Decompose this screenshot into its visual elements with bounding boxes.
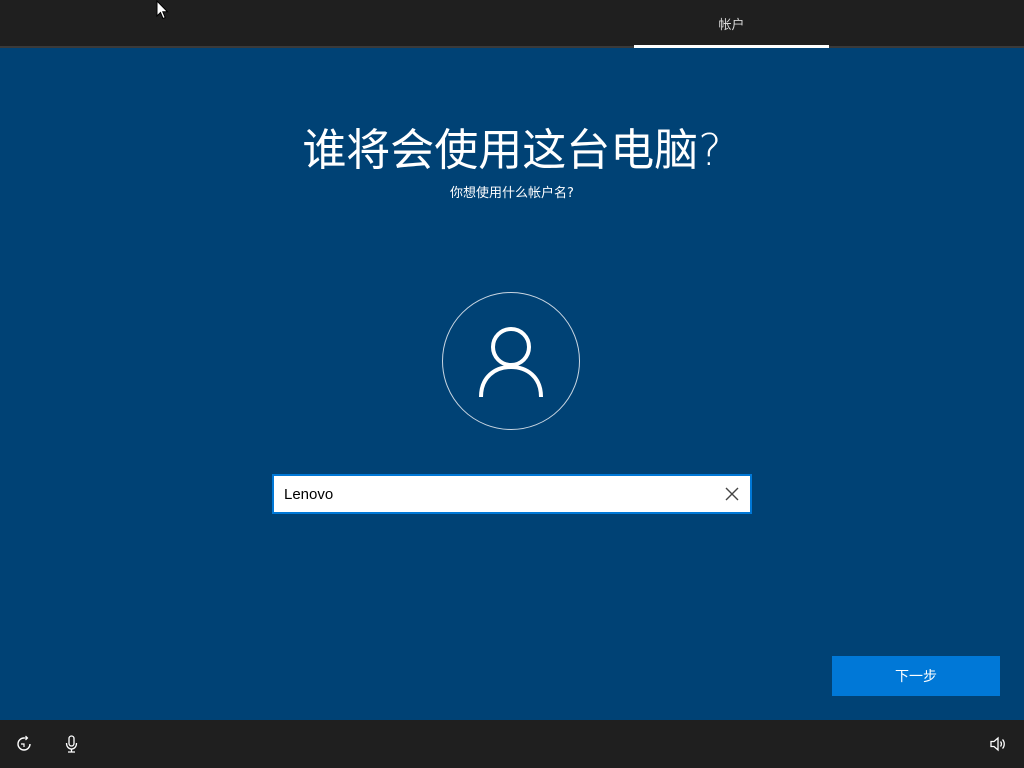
page-subtitle: 你想使用什么帐户名?: [450, 186, 574, 201]
bottom-bar: [0, 720, 1024, 768]
main-content: 谁将会使用这台电脑? 你想使用什么帐户名? 下一步: [0, 48, 1024, 720]
microphone-icon[interactable]: [62, 734, 82, 754]
page-title: 谁将会使用这台电脑?: [302, 125, 722, 176]
tab-account[interactable]: 帐户: [634, 0, 829, 46]
ease-of-access-icon[interactable]: [14, 734, 34, 754]
next-button[interactable]: 下一步: [832, 656, 1000, 696]
tab-account-label: 帐户: [718, 17, 745, 33]
avatar: [442, 292, 580, 430]
user-icon: [479, 327, 543, 398]
username-field-frame: [272, 474, 752, 514]
mouse-pointer-icon: [156, 0, 169, 20]
volume-icon[interactable]: [988, 734, 1008, 754]
close-icon: [725, 487, 739, 501]
clear-button[interactable]: [722, 484, 742, 504]
username-input[interactable]: [284, 476, 704, 512]
top-bar: 帐户: [0, 0, 1024, 48]
